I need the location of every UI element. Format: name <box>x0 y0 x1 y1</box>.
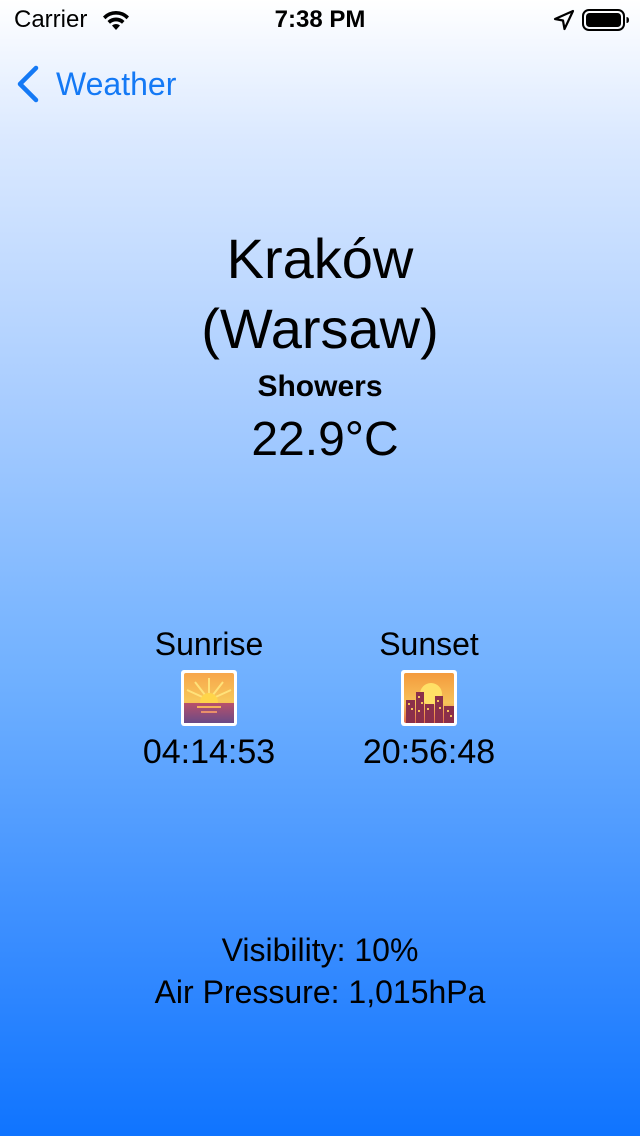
sunrise-time: 04:14:53 <box>142 733 276 771</box>
status-time: 7:38 PM <box>274 6 366 33</box>
back-button[interactable]: Weather <box>14 62 176 106</box>
city-name-primary: Kraków <box>226 227 414 290</box>
back-label: Weather <box>56 65 177 102</box>
visibility-label: Visibility: 10% <box>221 932 419 968</box>
sunset-icon <box>401 670 457 726</box>
location-icon <box>553 9 575 31</box>
sunrise-block: Sunrise 04:14:53 <box>99 624 319 774</box>
sunrise-icon <box>181 670 237 726</box>
sunset-label: Sunset <box>379 626 479 662</box>
sunset-time: 20:56:48 <box>362 733 496 771</box>
sunrise-label: Sunrise <box>154 626 264 662</box>
chevron-left-icon <box>17 65 39 103</box>
status-bar: Carrier 7:38 PM <box>0 0 640 40</box>
temperature: 22.9°C <box>251 413 399 466</box>
air-pressure-label: Air Pressure: 1,015hPa <box>154 974 486 1010</box>
city-name: Kraków (Warsaw) <box>0 224 640 364</box>
city-name-secondary: (Warsaw) <box>201 297 439 360</box>
sunset-block: Sunset 20:56:48 <box>319 624 539 774</box>
weather-condition: Showers <box>257 370 383 403</box>
battery-icon <box>582 9 629 31</box>
